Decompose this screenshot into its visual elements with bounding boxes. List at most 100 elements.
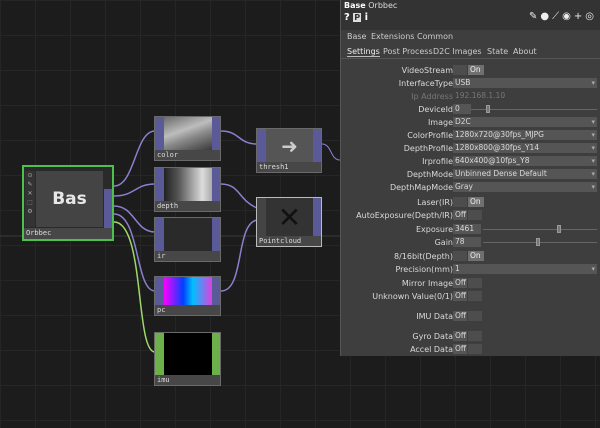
edit-icon[interactable]: ✎ [529, 11, 540, 22]
comment-icon[interactable]: ● [540, 11, 552, 22]
bit-toggle[interactable]: On [468, 251, 484, 261]
node-imu-preview [164, 333, 212, 375]
param-imu: IMU Data Off [341, 311, 600, 322]
exposure-slider-knob[interactable] [557, 225, 561, 233]
node-pointcloud-preview: ✕ [266, 198, 313, 236]
param-deviceid: DeviceId 0 [341, 104, 600, 115]
colorprofile-dropdown[interactable]: 1280x720@30fps_MJPG [453, 130, 597, 140]
param-unknown: Unknown Value(0/1) Off [341, 291, 600, 302]
interfacetype-dropdown[interactable]: USB [453, 78, 597, 88]
param-accel: Accel Data Off [341, 344, 600, 355]
node-depth[interactable]: depth [154, 167, 221, 212]
param-image: Image D2C [341, 117, 600, 128]
wire-depth [113, 183, 156, 197]
mirror-toggle[interactable]: Off [453, 278, 467, 288]
param-gyro: Gyro Data Off [341, 331, 600, 342]
accel-toggle[interactable]: Off [453, 344, 467, 354]
laser-toggle[interactable]: On [468, 197, 484, 207]
tab-state[interactable]: State [487, 47, 508, 56]
node-thresh1[interactable]: ➜ thresh1 [256, 128, 322, 173]
depthmode-dropdown[interactable]: Unbinned Dense Default [453, 169, 597, 179]
param-precision: Precision(mm) 1 [341, 264, 600, 275]
precision-dropdown[interactable]: 1 [453, 264, 597, 274]
param-exposure: Exposure 3461 [341, 224, 600, 235]
param-interfacetype: InterfaceType USB [341, 78, 600, 89]
node-pc-label: pc [155, 305, 220, 315]
node-ir[interactable]: ir [154, 217, 221, 262]
component-tabs: Base Extensions Common [341, 30, 600, 44]
tab-settings[interactable]: Settings [347, 47, 380, 57]
param-depthmode: DepthMode Unbinned Dense Default [341, 169, 600, 180]
tab-about[interactable]: About [513, 47, 537, 56]
node-color-label: color [155, 150, 220, 160]
node-ir-label: ir [155, 251, 220, 261]
autoexposure-toggle[interactable]: Off [453, 210, 467, 220]
node-depth-preview [164, 168, 212, 201]
node-pc-preview [164, 277, 212, 305]
page-tabs: Settings Post Process D2C Images State A… [341, 45, 600, 59]
add-icon[interactable]: + [574, 11, 585, 22]
python-help-icon[interactable]: P [353, 13, 362, 22]
wire-ir [113, 205, 156, 233]
node-imu[interactable]: imu [154, 332, 221, 386]
deviceid-slider-knob[interactable] [486, 105, 490, 113]
param-irprofile: Irprofile 640x400@10fps_Y8 [341, 156, 600, 167]
node-depth-label: depth [155, 201, 220, 211]
gyro-toggle[interactable]: Off [453, 331, 467, 341]
tab-post-process[interactable]: Post Process [383, 47, 433, 56]
help-icon[interactable]: ? [344, 12, 350, 23]
op-type: Base [344, 1, 366, 10]
node-pc[interactable]: pc [154, 276, 221, 316]
node-color-preview [164, 117, 212, 150]
ipaddress-field[interactable]: 192.168.1.10 [453, 91, 533, 101]
irprofile-dropdown[interactable]: 640x400@10fps_Y8 [453, 156, 597, 166]
param-depthmapmode: DepthMapMode Gray [341, 182, 600, 193]
base-node-outputs[interactable] [104, 189, 112, 229]
gain-slider-knob[interactable] [536, 238, 540, 246]
wire-thresh [220, 130, 258, 145]
param-8-16bit: 8/16bit(Depth) On [341, 251, 600, 262]
python-icon[interactable]: ◉ [562, 11, 574, 22]
param-videostream: VideoStream On [341, 65, 600, 76]
node-color[interactable]: color [154, 116, 221, 161]
param-depthprofile: DepthProfile 1280x800@30fps_Y14 [341, 143, 600, 154]
base-node-label: Orbbec [24, 228, 112, 239]
depthprofile-dropdown[interactable]: 1280x800@30fps_Y14 [453, 143, 597, 153]
pin-icon[interactable]: ⟋ [552, 11, 562, 22]
param-ipaddress: Ip Address 192.168.1.10 [341, 91, 600, 102]
unknown-toggle[interactable]: Off [453, 291, 467, 301]
settings-icon[interactable]: ◎ [585, 11, 597, 22]
tab-d2c-images[interactable]: D2C Images [433, 47, 482, 56]
tab-extensions[interactable]: Extensions [371, 32, 414, 41]
tab-base[interactable]: Base [347, 32, 366, 41]
tab-common[interactable]: Common [417, 32, 453, 41]
param-autoexposure: AutoExposure(Depth/IR) Off [341, 210, 600, 221]
imu-toggle[interactable]: Off [453, 311, 467, 321]
param-gain: Gain 78 [341, 237, 600, 248]
gain-slider[interactable] [483, 242, 597, 243]
base-node-title: Bas [36, 171, 103, 227]
param-laser: Laser(IR) On [341, 197, 600, 208]
wire-color [113, 130, 156, 187]
node-pointcloud[interactable]: ✕ Pointcloud [256, 197, 322, 247]
node-ir-preview [164, 218, 212, 251]
node-pointcloud-label: Pointcloud [257, 236, 321, 246]
gain-field[interactable]: 78 [453, 237, 481, 247]
exposure-slider[interactable] [483, 229, 597, 230]
panel-header: Base Orbbec ? P i ✎●⟋◉+◎ [341, 0, 600, 30]
node-imu-label: imu [155, 375, 220, 385]
deviceid-field[interactable]: 0 [453, 104, 471, 114]
parameter-panel: Base Orbbec ? P i ✎●⟋◉+◎ Base Extensions… [340, 0, 600, 356]
exposure-field[interactable]: 3461 [453, 224, 481, 234]
param-mirror: Mirror Image Off [341, 278, 600, 289]
wire-pc [113, 213, 156, 292]
image-dropdown[interactable]: D2C [453, 117, 597, 127]
base-node-orbbec[interactable]: ⊙ ✎ ✕ ⬚ ⚙ Bas Orbbec [22, 165, 114, 241]
wire-pc-pc [220, 219, 258, 292]
node-tools[interactable]: ⊙ ✎ ✕ ⬚ ⚙ [25, 171, 35, 227]
depthmapmode-dropdown[interactable]: Gray [453, 182, 597, 192]
videostream-toggle[interactable]: On [468, 65, 484, 75]
op-name: Orbbec [368, 1, 398, 10]
param-colorprofile: ColorProfile 1280x720@30fps_MJPG [341, 130, 600, 141]
info-icon[interactable]: i [365, 12, 368, 23]
